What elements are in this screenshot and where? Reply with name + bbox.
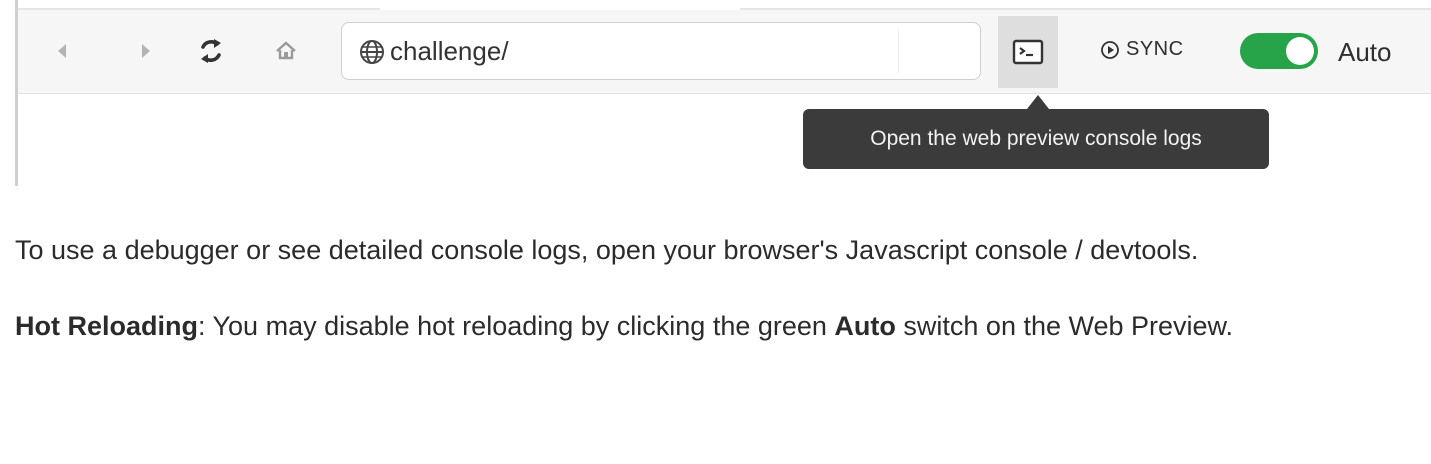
home-icon — [276, 41, 296, 60]
auto-toggle[interactable] — [1240, 33, 1318, 69]
url-text: challenge/ — [390, 36, 509, 66]
sync-play-icon — [1101, 40, 1119, 59]
forward-button[interactable] — [129, 34, 163, 68]
sync-label: SYNC — [1126, 38, 1184, 60]
auto-term: Auto — [834, 311, 896, 341]
hot-reloading-paragraph: Hot Reloading: You may disable hot reloa… — [15, 304, 1395, 349]
url-bar-divider — [898, 29, 899, 73]
reload-icon — [201, 39, 221, 63]
toggle-knob — [1286, 37, 1314, 65]
debugger-paragraph: To use a debugger or see detailed consol… — [15, 235, 1199, 265]
auto-label: Auto — [1338, 37, 1392, 67]
console-tooltip: Open the web preview console logs — [803, 109, 1269, 169]
back-button[interactable] — [45, 34, 79, 68]
tooltip-text: Open the web preview console logs — [870, 127, 1202, 150]
terminal-icon — [1012, 39, 1044, 65]
web-preview-toolbar: challenge/ SYNC Auto — [18, 10, 1431, 94]
chevron-left-icon — [58, 44, 66, 58]
globe-icon — [360, 40, 384, 64]
active-tab-gap — [380, 0, 740, 10]
sync-button[interactable]: SYNC — [1100, 38, 1184, 61]
hot-reloading-text-b: switch on the Web Preview. — [895, 311, 1234, 341]
console-logs-button[interactable] — [998, 16, 1058, 88]
hot-reloading-text-a: : You may disable hot reloading by click… — [198, 311, 835, 341]
home-button[interactable] — [269, 34, 303, 68]
documentation-text: To use a debugger or see detailed consol… — [15, 228, 1395, 380]
hot-reloading-term: Hot Reloading — [15, 311, 198, 341]
reload-button[interactable] — [194, 34, 228, 68]
tooltip-arrow — [1027, 95, 1049, 109]
web-preview-screenshot: challenge/ SYNC Auto Open the web previe… — [15, 0, 1431, 186]
chevron-right-icon — [142, 44, 150, 58]
url-bar[interactable]: challenge/ — [341, 22, 981, 80]
